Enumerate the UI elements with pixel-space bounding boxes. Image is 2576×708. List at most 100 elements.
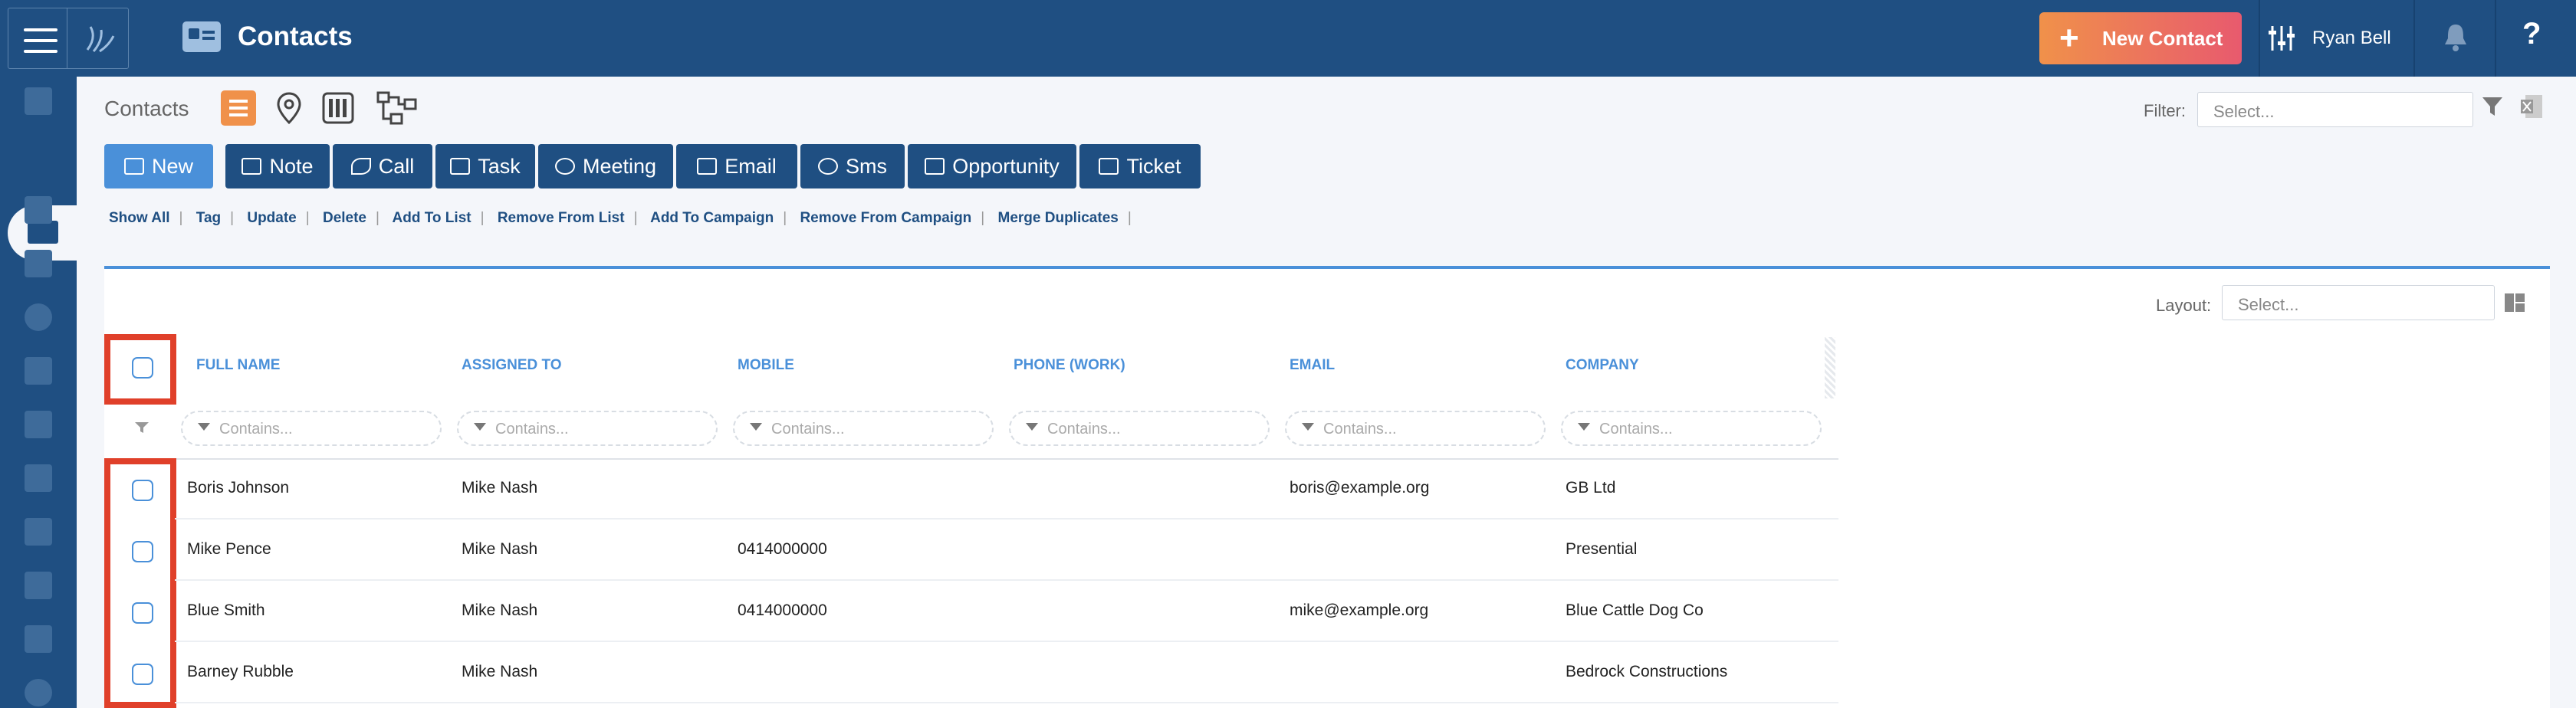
factory-icon[interactable] xyxy=(25,411,52,438)
row-checkbox[interactable] xyxy=(132,664,153,685)
top-bar: Contacts + New Contact Ryan Bell ? xyxy=(0,0,2576,77)
calendar-icon[interactable] xyxy=(25,250,52,277)
phone-icon xyxy=(350,158,371,175)
filter-company[interactable]: Contains... xyxy=(1561,411,1822,446)
select-all-checkbox[interactable] xyxy=(132,357,153,379)
row-divider xyxy=(175,641,1838,642)
report-icon[interactable] xyxy=(25,625,52,653)
link-remove-from-campaign[interactable]: Remove From Campaign xyxy=(800,210,971,226)
cell-mobile: 0414000000 xyxy=(738,540,827,558)
breadcrumb: Contacts xyxy=(104,97,189,120)
hierarchy-icon[interactable] xyxy=(376,90,419,126)
divider xyxy=(2259,0,2260,77)
email-button[interactable]: Email xyxy=(676,144,797,188)
dollar-icon[interactable] xyxy=(25,303,52,331)
chart-icon[interactable] xyxy=(25,464,52,492)
filter-row-icon xyxy=(135,422,149,433)
cell-assigned-to: Mike Nash xyxy=(462,479,538,497)
plus-icon: + xyxy=(2059,19,2079,57)
link-add-to-list[interactable]: Add To List xyxy=(393,210,472,226)
map-pin-icon[interactable] xyxy=(271,90,307,126)
layout-label: Layout: xyxy=(2156,296,2212,315)
row-divider xyxy=(175,518,1838,520)
filter-mobile[interactable]: Contains... xyxy=(733,411,994,446)
clipboard-check-icon xyxy=(450,158,471,175)
cell-full-name[interactable]: Mike Pence xyxy=(187,540,271,559)
chat-bubble-icon xyxy=(818,158,838,175)
help-icon[interactable]: ? xyxy=(2522,17,2541,51)
logo-icon[interactable] xyxy=(81,22,120,56)
cell-assigned-to: Mike Nash xyxy=(462,601,538,619)
cell-full-name[interactable]: Barney Rubble xyxy=(187,663,294,681)
meeting-button[interactable]: Meeting xyxy=(538,144,673,188)
new-button[interactable]: New xyxy=(104,144,213,188)
row-checkbox[interactable] xyxy=(132,541,153,562)
cell-company: Presential xyxy=(1566,540,1638,558)
row-checkbox[interactable] xyxy=(132,602,153,624)
opportunity-button[interactable]: Opportunity xyxy=(908,144,1076,188)
gear-icon[interactable] xyxy=(25,679,52,706)
funnel-icon[interactable] xyxy=(2481,95,2504,118)
divider xyxy=(2413,0,2415,77)
cell-full-name[interactable]: Boris Johnson xyxy=(187,479,289,497)
contact-card-icon xyxy=(28,221,58,244)
cell-email[interactable]: mike@example.org xyxy=(1290,601,1428,620)
menu-box xyxy=(8,8,129,69)
filter-label: Filter: xyxy=(2144,101,2186,120)
filter-email[interactable]: Contains... xyxy=(1285,411,1546,446)
sidebar xyxy=(0,77,78,708)
hamburger-icon[interactable] xyxy=(24,28,58,53)
link-add-to-campaign[interactable]: Add To Campaign xyxy=(650,210,774,226)
filter-phone-work[interactable]: Contains... xyxy=(1009,411,1270,446)
bell-icon[interactable] xyxy=(2442,21,2469,54)
cell-company: Blue Cattle Dog Co xyxy=(1566,601,1704,619)
filter-assigned-to[interactable]: Contains... xyxy=(457,411,718,446)
kanban-icon[interactable] xyxy=(320,90,356,126)
column-header-assigned-to[interactable]: ASSIGNED TO xyxy=(462,357,562,374)
header-divider xyxy=(175,458,1838,460)
cell-company: GB Ltd xyxy=(1566,479,1616,497)
building-icon[interactable] xyxy=(25,87,52,115)
filter-select[interactable]: Select... xyxy=(2197,92,2473,127)
column-header-phone-work[interactable]: PHONE (WORK) xyxy=(1014,357,1125,374)
handshake-icon xyxy=(554,158,575,175)
link-update[interactable]: Update xyxy=(247,210,296,226)
task-button[interactable]: Task xyxy=(435,144,535,188)
contact-card-icon xyxy=(123,158,144,175)
list-icon[interactable] xyxy=(25,357,52,385)
column-resize-handle[interactable] xyxy=(1825,337,1835,398)
excel-icon[interactable] xyxy=(2519,93,2544,120)
column-header-mobile[interactable]: MOBILE xyxy=(738,357,794,374)
link-remove-from-list[interactable]: Remove From List xyxy=(498,210,625,226)
row-divider xyxy=(175,579,1838,581)
link-merge-duplicates[interactable]: Merge Duplicates xyxy=(998,210,1119,226)
note-icon xyxy=(242,158,262,175)
column-header-email[interactable]: EMAIL xyxy=(1290,357,1335,374)
layout-grid-icon[interactable] xyxy=(2504,293,2525,313)
funnel-icon xyxy=(925,158,945,175)
column-header-full-name[interactable]: FULL NAME xyxy=(196,357,280,374)
note-button[interactable]: Note xyxy=(225,144,330,188)
column-header-company[interactable]: COMPANY xyxy=(1566,357,1639,374)
cell-full-name[interactable]: Blue Smith xyxy=(187,601,265,620)
page-title: Contacts xyxy=(238,21,353,51)
new-contact-button[interactable]: + New Contact xyxy=(2039,12,2242,64)
user-name[interactable]: Ryan Bell xyxy=(2312,28,2391,49)
clipboard-icon[interactable] xyxy=(25,518,52,546)
sms-button[interactable]: Sms xyxy=(800,144,905,188)
layout-select[interactable]: Select... xyxy=(2222,285,2495,320)
funnel-dollar-icon[interactable] xyxy=(25,196,52,224)
ticket-button[interactable]: Ticket xyxy=(1079,144,1201,188)
filter-full-name[interactable]: Contains... xyxy=(181,411,442,446)
cell-email[interactable]: boris@example.org xyxy=(1290,479,1429,497)
link-delete[interactable]: Delete xyxy=(323,210,366,226)
list-view-icon[interactable] xyxy=(221,90,256,126)
link-tag[interactable]: Tag xyxy=(196,210,221,226)
divider xyxy=(2495,0,2496,77)
link-show-all[interactable]: Show All xyxy=(109,210,170,226)
row-checkbox[interactable] xyxy=(132,480,153,501)
graduation-icon[interactable] xyxy=(25,572,52,599)
row-divider xyxy=(175,702,1838,703)
sliders-icon[interactable] xyxy=(2266,23,2297,54)
call-button[interactable]: Call xyxy=(333,144,432,188)
